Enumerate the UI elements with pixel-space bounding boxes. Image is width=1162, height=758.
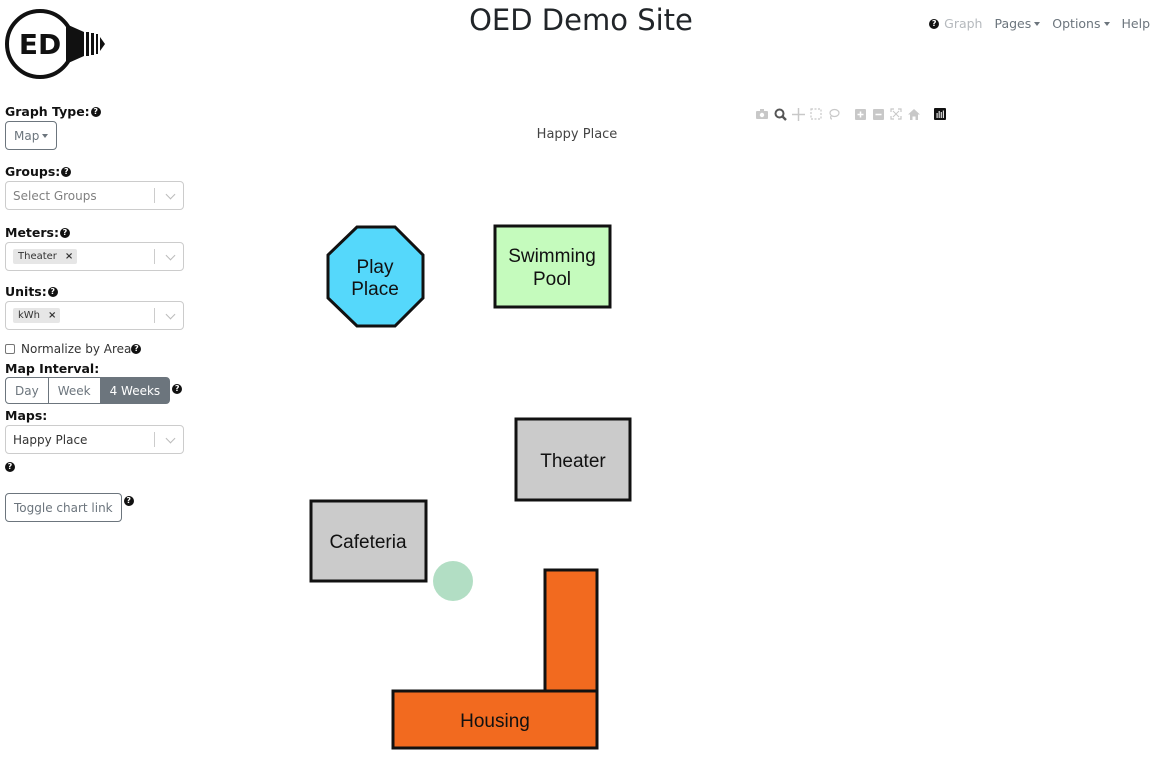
theater-label: Theater xyxy=(540,451,606,472)
housing-label: Housing xyxy=(460,711,530,732)
swimming-pool-label-1: Swimming xyxy=(508,246,596,267)
building-cafeteria: Cafeteria xyxy=(309,499,428,583)
cafeteria-label: Cafeteria xyxy=(329,532,407,553)
building-theater: Theater xyxy=(514,417,632,502)
building-play-place: Play Place xyxy=(326,225,425,328)
map-canvas[interactable]: Play Place Swimming Pool Theater Cafeter… xyxy=(0,0,1162,758)
play-place-label-2: Place xyxy=(351,279,399,300)
building-swimming-pool: Swimming Pool xyxy=(493,224,612,309)
meter-marker-theater[interactable] xyxy=(433,561,473,601)
building-housing: Housing xyxy=(391,568,599,750)
play-place-label-1: Play xyxy=(357,257,394,278)
swimming-pool-label-2: Pool xyxy=(533,269,571,290)
